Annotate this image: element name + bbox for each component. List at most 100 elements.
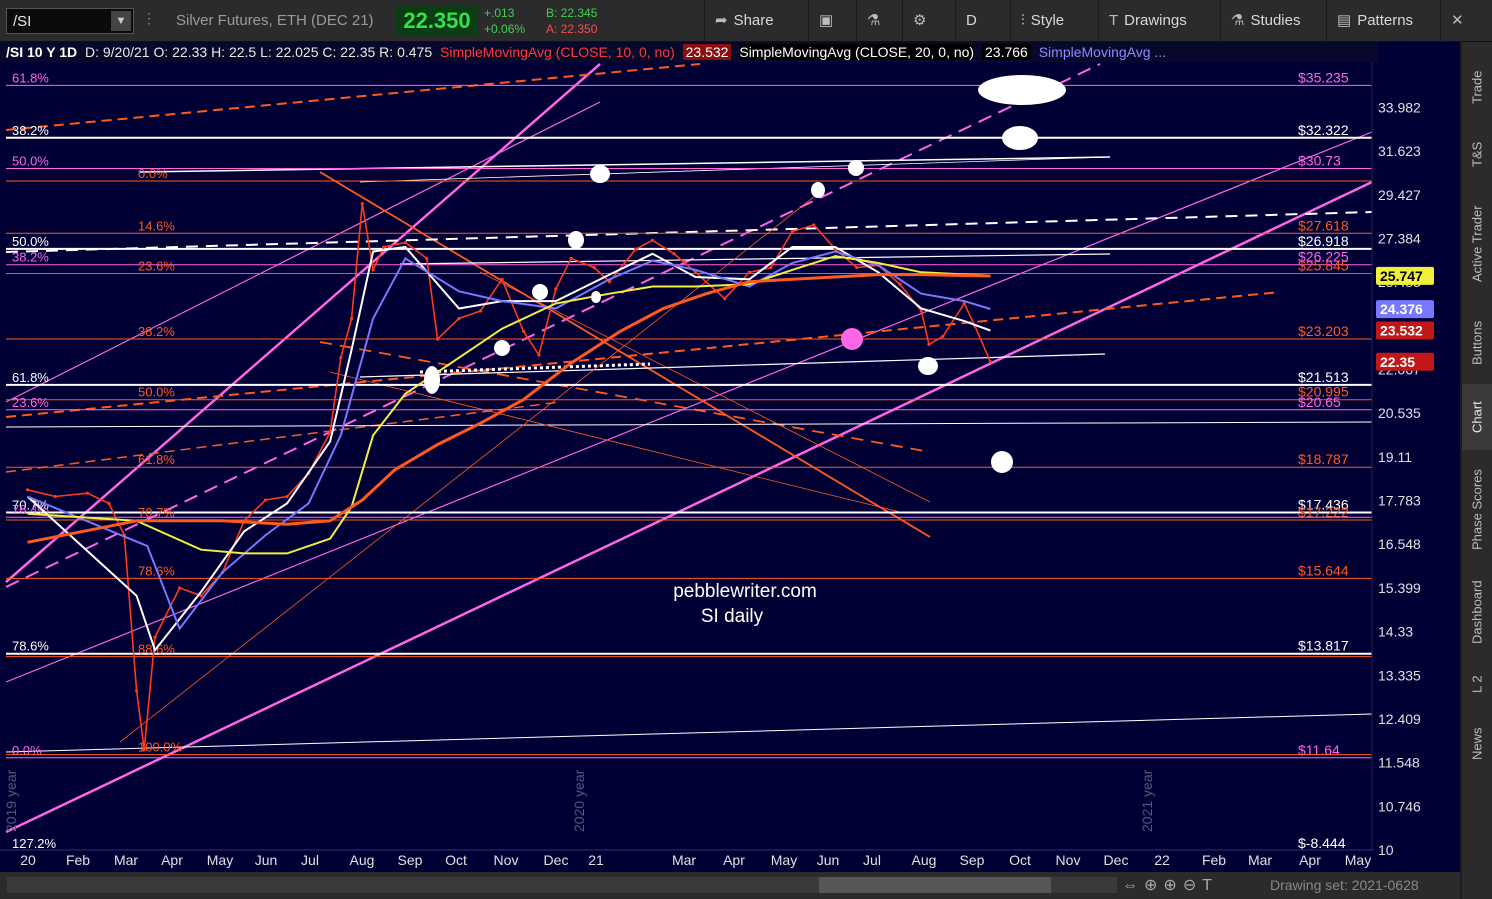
trendline[interactable] — [5, 211, 1373, 253]
trendline[interactable] — [399, 253, 1111, 265]
legend-sma10-label[interactable]: SimpleMovingAvg (CLOSE, 10, 0, no) — [440, 44, 675, 60]
price-point[interactable] — [371, 268, 375, 272]
price-point[interactable] — [25, 488, 30, 492]
price-point[interactable] — [927, 342, 931, 346]
price-point[interactable] — [650, 238, 655, 242]
price-point[interactable] — [360, 202, 364, 206]
series-line-4[interactable] — [27, 273, 991, 544]
price-point[interactable] — [747, 270, 751, 274]
price-point[interactable] — [107, 501, 111, 505]
series-line-1[interactable] — [26, 245, 991, 653]
price-point[interactable] — [592, 265, 596, 270]
price-point[interactable] — [142, 747, 146, 752]
price-point[interactable] — [153, 635, 157, 639]
trendline[interactable] — [5, 63, 601, 583]
studies-flask-button[interactable]: ⚗ — [856, 0, 894, 42]
trendline[interactable] — [319, 341, 931, 453]
sidebar-tab-phase-scores[interactable]: Phase Scores — [1462, 454, 1492, 566]
price-point[interactable] — [285, 494, 289, 499]
symbol-input[interactable]: /SI ▼ — [6, 8, 134, 34]
price-point[interactable] — [769, 265, 773, 270]
pivot-marker[interactable] — [1002, 126, 1038, 150]
text-tool-icon[interactable]: T — [1202, 877, 1218, 894]
trendline[interactable] — [5, 713, 1373, 753]
zoom-in-icon[interactable]: ⊕ — [1163, 877, 1182, 894]
price-chart[interactable]: 61.8% $35.235 38.2% $32.322 50.0% $30.73 0.0% 1… — [0, 42, 1460, 872]
price-point[interactable] — [425, 256, 429, 260]
trendline[interactable] — [5, 101, 601, 403]
price-point[interactable] — [177, 586, 182, 590]
sidebar-tab-active-trader[interactable]: Active Trader — [1462, 186, 1492, 302]
price-point[interactable] — [478, 309, 483, 313]
drawings-button[interactable]: T Drawings — [1098, 0, 1216, 42]
price-point[interactable] — [500, 277, 504, 281]
pivot-marker-pink[interactable] — [841, 328, 863, 350]
chart-settings-button[interactable]: ▣ — [808, 0, 846, 42]
price-point[interactable] — [812, 223, 816, 227]
price-point[interactable] — [435, 337, 440, 341]
symbol-dropdown-icon[interactable]: ▼ — [111, 11, 131, 31]
price-point[interactable] — [85, 491, 90, 495]
crosshair-icon[interactable]: ⊕ — [1144, 877, 1163, 894]
scroll-thumb[interactable] — [819, 877, 1051, 893]
patterns-button[interactable]: ▤ Patterns — [1326, 0, 1436, 42]
close-button[interactable]: ✕ — [1440, 0, 1492, 42]
drag-handle-icon[interactable]: ⋮ — [142, 10, 156, 27]
pivot-marker[interactable] — [494, 340, 510, 356]
zoom-out-icon[interactable]: ⊖ — [1183, 877, 1202, 894]
trendline[interactable] — [5, 63, 701, 131]
sidebar-tab-t-s[interactable]: T&S — [1462, 126, 1492, 182]
price-point[interactable] — [382, 245, 386, 249]
price-axis[interactable] — [1374, 42, 1460, 852]
price-point[interactable] — [521, 329, 526, 333]
sidebar-tab-l-2[interactable]: L 2 — [1462, 658, 1492, 710]
period-button[interactable]: D — [955, 0, 1001, 42]
price-point[interactable] — [349, 316, 354, 321]
time-scrollbar[interactable] — [7, 877, 1117, 893]
price-point[interactable] — [263, 498, 268, 502]
pivot-marker[interactable] — [590, 165, 610, 183]
price-point[interactable] — [855, 265, 859, 270]
price-point[interactable] — [457, 316, 461, 321]
settings-button[interactable]: ⚙ — [902, 0, 946, 42]
trendline[interactable] — [359, 353, 1106, 378]
studies-button[interactable]: ⚗ Studies — [1220, 0, 1324, 42]
pivot-marker[interactable] — [991, 451, 1013, 473]
price-point[interactable] — [988, 360, 992, 364]
trendline[interactable] — [329, 371, 901, 513]
sidebar-tab-dashboard[interactable]: Dashboard — [1462, 570, 1492, 654]
trendline[interactable] — [359, 156, 1111, 183]
zoom-tools[interactable]: ⇔⊕⊕⊖T — [1122, 875, 1218, 895]
style-button[interactable]: ⫶ Style — [1010, 0, 1096, 42]
trendline[interactable] — [139, 156, 1111, 173]
price-point[interactable] — [554, 287, 558, 291]
chart-svg[interactable]: 61.8% $35.235 38.2% $32.322 50.0% $30.73 0.0% 1… — [0, 42, 1460, 872]
trendline[interactable] — [319, 171, 931, 538]
pivot-marker[interactable] — [978, 75, 1066, 105]
legend-sma3-label[interactable]: SimpleMovingAvg ... — [1039, 44, 1166, 60]
sidebar-tab-buttons[interactable]: Buttons — [1462, 306, 1492, 380]
price-point[interactable] — [672, 252, 676, 256]
pivot-marker[interactable] — [918, 357, 938, 375]
price-point[interactable] — [134, 689, 139, 693]
price-point[interactable] — [941, 334, 945, 339]
price-point[interactable] — [723, 297, 727, 301]
sidebar-tab-trade[interactable]: Trade — [1462, 52, 1492, 122]
price-point[interactable] — [339, 356, 343, 360]
trendline[interactable] — [5, 421, 1373, 428]
price-point[interactable] — [403, 240, 407, 245]
expand-icon[interactable]: ⇔ — [1122, 877, 1144, 894]
trendline[interactable] — [5, 180, 1373, 834]
pivot-marker[interactable] — [532, 284, 548, 300]
pivot-marker[interactable] — [848, 160, 864, 176]
pivot-marker[interactable] — [591, 291, 601, 303]
sidebar-tab-news[interactable]: News — [1462, 714, 1492, 774]
drawing-set-label[interactable]: Drawing set: 2021-0628 — [1270, 877, 1419, 893]
pivot-marker[interactable] — [811, 182, 825, 198]
price-point[interactable] — [634, 247, 638, 251]
sidebar-tab-chart[interactable]: Chart — [1462, 384, 1492, 450]
price-point[interactable] — [53, 494, 57, 499]
pivot-marker[interactable] — [424, 366, 440, 394]
price-point[interactable] — [790, 229, 794, 234]
price-point[interactable] — [537, 353, 541, 357]
